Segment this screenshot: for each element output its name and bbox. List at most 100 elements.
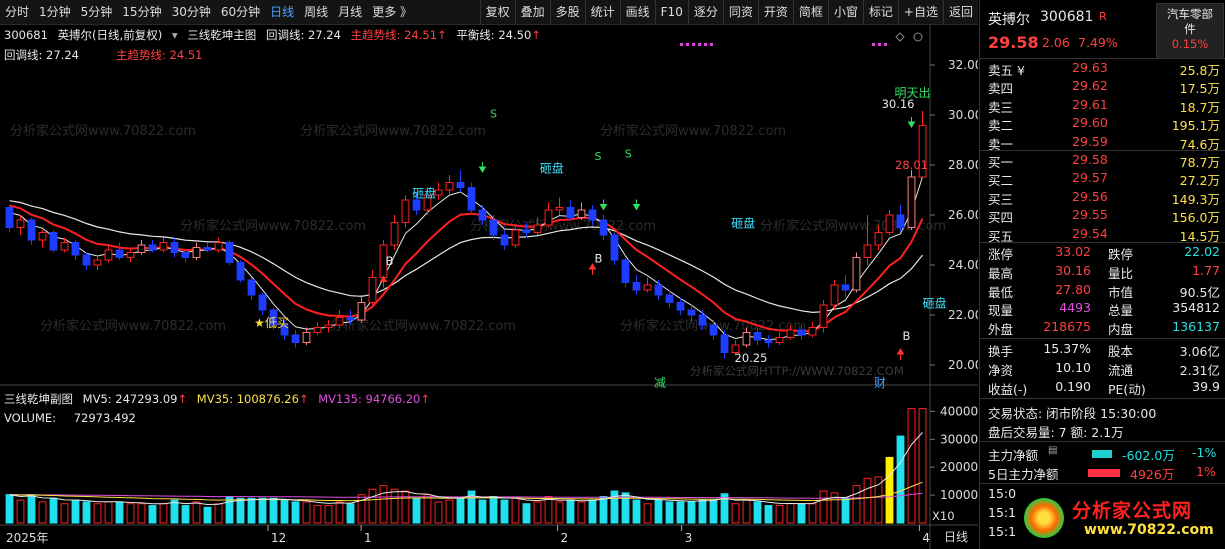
candle-body[interactable]	[709, 324, 718, 336]
period-tab[interactable]: 15分钟	[117, 0, 166, 24]
candle-body[interactable]	[214, 242, 223, 251]
volume-bar[interactable]	[577, 501, 586, 524]
settings-icon[interactable]	[913, 32, 923, 42]
candle-body[interactable]	[445, 182, 454, 191]
volume-bar[interactable]	[841, 497, 850, 524]
period-tab[interactable]: 5分钟	[76, 0, 118, 24]
candle-body[interactable]	[841, 284, 850, 291]
candle-body[interactable]	[225, 242, 234, 263]
candle-body[interactable]	[500, 234, 509, 246]
volume-bar[interactable]	[753, 501, 762, 524]
volume-bar[interactable]	[643, 503, 652, 524]
volume-bar[interactable]	[258, 497, 267, 524]
candle-body[interactable]	[555, 207, 564, 211]
volume-bar[interactable]	[500, 499, 509, 524]
volume-bar[interactable]	[313, 505, 322, 524]
volume-bar[interactable]	[434, 501, 443, 524]
candle-body[interactable]	[577, 209, 586, 218]
candle-body[interactable]	[16, 219, 25, 228]
candle-body[interactable]	[665, 294, 674, 303]
candle-body[interactable]	[522, 229, 531, 233]
list-icon[interactable]: ▤	[1048, 445, 1057, 456]
candle-body[interactable]	[588, 209, 597, 221]
candle-body[interactable]	[819, 304, 828, 328]
candle-body[interactable]	[621, 259, 630, 283]
toolbar-button[interactable]: 多股	[549, 0, 585, 24]
candle-body[interactable]	[71, 242, 80, 256]
volume-bar[interactable]	[192, 501, 201, 524]
volume-bar[interactable]	[379, 485, 388, 524]
volume-bar[interactable]	[148, 505, 157, 524]
candle-body[interactable]	[786, 329, 795, 338]
candle-body[interactable]	[566, 207, 575, 218]
volume-bar[interactable]	[742, 499, 751, 524]
candle-body[interactable]	[346, 317, 355, 321]
volume-bar[interactable]	[863, 477, 872, 524]
volume-bar[interactable]	[786, 503, 795, 524]
candle-body[interactable]	[720, 334, 729, 353]
period-tab[interactable]: 30分钟	[167, 0, 216, 24]
volume-bar[interactable]	[885, 456, 894, 524]
candle-body[interactable]	[456, 182, 465, 188]
sub-legend-title[interactable]: 三线乾坤副图	[4, 392, 73, 406]
period-tab[interactable]: 分时	[0, 0, 34, 24]
volume-bar[interactable]	[335, 501, 344, 524]
volume-bar[interactable]	[544, 495, 553, 524]
volume-bar[interactable]	[269, 497, 278, 524]
volume-bar[interactable]	[522, 503, 531, 524]
volume-bar[interactable]	[797, 503, 806, 524]
candle-body[interactable]	[27, 219, 36, 241]
volume-bar[interactable]	[665, 501, 674, 524]
volume-bar[interactable]	[412, 497, 421, 524]
volume-bar[interactable]	[236, 497, 245, 524]
candle-body[interactable]	[885, 214, 894, 233]
candle-body[interactable]	[489, 219, 498, 236]
volume-bar[interactable]	[654, 499, 663, 524]
volume-bar[interactable]	[489, 495, 498, 524]
candle-body[interactable]	[775, 337, 784, 343]
candle-body[interactable]	[82, 254, 91, 266]
candle-body[interactable]	[181, 252, 190, 258]
toolbar-button[interactable]: 小窗	[827, 0, 863, 24]
candle-body[interactable]	[874, 232, 883, 246]
volume-bar[interactable]	[918, 408, 927, 524]
volume-bar[interactable]	[632, 499, 641, 524]
toolbar-button[interactable]: 标记	[862, 0, 898, 24]
toolbar-button[interactable]: 返回	[942, 0, 978, 24]
candle-body[interactable]	[852, 257, 861, 291]
candle-body[interactable]	[654, 284, 663, 296]
toolbar-button[interactable]: 统计	[584, 0, 620, 24]
candle-body[interactable]	[599, 219, 608, 236]
candle-body[interactable]	[533, 224, 542, 233]
volume-bar[interactable]	[368, 488, 377, 524]
candle-body[interactable]	[126, 252, 135, 258]
volume-bar[interactable]	[357, 494, 366, 524]
volume-bar[interactable]	[71, 499, 80, 524]
volume-bar[interactable]	[709, 499, 718, 524]
toolbar-button[interactable]: 同资	[722, 0, 758, 24]
period-tab[interactable]: 周线	[299, 0, 333, 24]
candle-body[interactable]	[764, 339, 773, 343]
volume-bar[interactable]	[896, 435, 905, 524]
volume-bar[interactable]	[874, 476, 883, 524]
volume-bar[interactable]	[38, 501, 47, 524]
period-tab[interactable]: 月线	[333, 0, 367, 24]
candle-body[interactable]	[115, 249, 124, 258]
toolbar-button[interactable]: 简框	[792, 0, 828, 24]
volume-bar[interactable]	[104, 501, 113, 524]
volume-bar[interactable]	[698, 499, 707, 524]
candle-body[interactable]	[49, 232, 58, 251]
toolbar-button[interactable]: +自选	[897, 0, 943, 24]
volume-bar[interactable]	[280, 499, 289, 524]
volume-bar[interactable]	[346, 503, 355, 524]
volume-bar[interactable]	[819, 490, 828, 524]
period-tab[interactable]: 更多 》	[367, 0, 417, 24]
volume-bar[interactable]	[126, 503, 135, 524]
candle-body[interactable]	[60, 242, 69, 251]
volume-bar[interactable]	[456, 497, 465, 524]
toolbar-button[interactable]: 叠加	[514, 0, 550, 24]
chart-area[interactable]: 32.00 30.00 28.00 26.00 24.00 22.00 20.00 分析家公式…	[0, 25, 978, 549]
volume-bar[interactable]	[511, 497, 520, 524]
volume-bar[interactable]	[566, 499, 575, 524]
volume-bar[interactable]	[181, 505, 190, 524]
